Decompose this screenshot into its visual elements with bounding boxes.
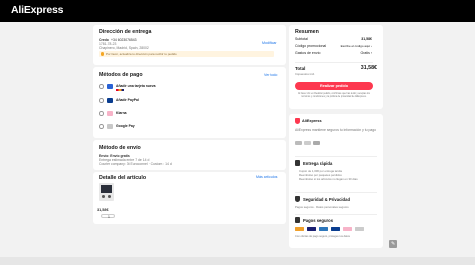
visa-icon: [307, 227, 316, 231]
payment-option-label: Google Pay: [116, 124, 135, 129]
total-value: 31,58€: [360, 65, 377, 71]
product-thumbnail[interactable]: [99, 183, 114, 201]
summary-label: Gastos de envío: [295, 51, 321, 55]
card-icon: [295, 217, 300, 223]
top-bar: AliExpress: [0, 0, 475, 22]
divider: [295, 62, 373, 63]
card-icon: [107, 83, 113, 89]
summary-row-promo[interactable]: Código promocional Escribe el código aqu…: [295, 44, 372, 50]
shipping-address-card: Dirección de entrega Credo +34 602307654…: [93, 25, 286, 65]
privacy-line: Pagos seguros · Datos personales seguros: [295, 205, 349, 209]
payment-radio[interactable]: [99, 111, 104, 116]
summary-label: Código promocional: [295, 44, 327, 48]
payment-see-all-link[interactable]: Ver todo: [264, 73, 277, 77]
payment-option-label: Añadir una tarjeta nueva: [116, 84, 156, 89]
payment-option-google-pay[interactable]: Google Pay: [99, 122, 275, 132]
item-price: 31,58€: [97, 208, 109, 212]
quantity-value: 1: [108, 215, 110, 219]
google-pay-icon: [355, 227, 364, 231]
items-title: Detalle del artículo: [99, 175, 147, 181]
address-city: Chapinero, Madrid, Spain, 28002: [99, 46, 149, 50]
promo-code-link[interactable]: Escribe el código aquí ›: [341, 44, 372, 48]
more-items-link[interactable]: Más artículos: [256, 175, 277, 179]
warning-icon: [101, 52, 105, 56]
payment-option-label: Klarna: [116, 111, 127, 116]
truck-icon: [295, 160, 300, 166]
quantity-stepper[interactable]: 1: [101, 214, 115, 219]
privacy-title: Seguridad & Privacidad: [303, 197, 351, 202]
klarna-icon: [107, 110, 113, 116]
aliexpress-logo[interactable]: AliExpress: [11, 4, 63, 16]
console-button: [108, 195, 111, 198]
amex-icon: [319, 227, 328, 231]
delivery-carrier: Courier company: 3t Euroconnel · Custom …: [99, 162, 172, 166]
delivery-title: Método de envío: [99, 145, 141, 151]
summary-value[interactable]: Gratis ›: [361, 51, 372, 55]
fast-delivery-title: Entrega rápida: [303, 161, 333, 166]
divider: [295, 156, 377, 157]
klarna-icon: [343, 227, 352, 231]
lock-icon: [295, 196, 300, 202]
console-screen: [101, 185, 112, 193]
payment-radio[interactable]: [99, 124, 104, 129]
payment-methods-card: Métodos de pago Ver todo Añadir una tarj…: [93, 67, 286, 138]
paypal-icon: [107, 97, 113, 103]
payment-title: Métodos de pago: [99, 72, 143, 78]
card-brands-icon: [116, 88, 124, 91]
edit-address-link[interactable]: Modificar: [262, 41, 277, 45]
secure-payments-note: Con ofertas de pago seguro, proteges tus…: [295, 235, 350, 238]
mastercard-icon: [295, 227, 304, 231]
trust-text: AliExpress mantiene seguros tu informaci…: [295, 128, 377, 132]
warning-text: Por favor, actualiza tu dirección para r…: [106, 52, 177, 57]
payment-radio[interactable]: [99, 84, 104, 89]
summary-row-shipping: Gastos de envío Gratis ›: [295, 51, 372, 57]
paypal-icon: [331, 227, 340, 231]
feedback-button[interactable]: ✎: [389, 240, 397, 248]
terms-text: Al hacer clic en Realizar pedido, confir…: [298, 93, 370, 99]
divider: [295, 192, 377, 193]
divider: [295, 214, 377, 215]
fast-delivery-line: Reembolso si los artículos no llegan en …: [299, 177, 358, 181]
payment-option-paypal[interactable]: Añadir PayPal: [99, 96, 275, 106]
badge-icon: [295, 141, 302, 145]
address-warning: Por favor, actualiza tu dirección para r…: [99, 51, 274, 57]
summary-row-subtotal: Subtotal 31,58€: [295, 37, 372, 43]
place-order-button[interactable]: Realizar pedido: [295, 82, 373, 90]
item-details-card: Detalle del artículo Más artículos 31,58…: [93, 172, 286, 224]
shipping-method-card: Método de envío Envío: Envío gratis Entr…: [93, 140, 286, 170]
summary-title: Resumen: [295, 29, 319, 35]
payment-option-klarna[interactable]: Klarna: [99, 109, 275, 119]
trust-badges: [295, 141, 323, 145]
google-pay-icon: [107, 123, 113, 129]
secure-payments-title: Pagos seguros: [303, 218, 334, 223]
payment-radio[interactable]: [99, 98, 104, 103]
payment-option-card[interactable]: Añadir una tarjeta nueva: [99, 82, 275, 92]
shipping-title: Dirección de entrega: [99, 29, 152, 35]
trust-brand: AliExpress: [302, 119, 322, 123]
total-note: Impuestos incl.: [295, 72, 316, 76]
payment-option-label: Añadir PayPal: [116, 98, 139, 103]
bottom-bar: [0, 257, 475, 265]
summary-label: Subtotal: [295, 37, 308, 41]
summary-value: 31,58€: [361, 37, 372, 41]
console-button: [102, 195, 105, 198]
total-label: Total: [295, 66, 306, 71]
order-summary-card: Resumen Subtotal 31,58€ Código promocion…: [289, 25, 383, 109]
badge-icon: [304, 141, 311, 145]
trust-card: AliExpress AliExpress mantiene seguros t…: [289, 114, 383, 248]
badge-icon: [313, 141, 320, 145]
pencil-icon: ✎: [391, 240, 396, 247]
payment-logos: [295, 227, 377, 231]
shield-icon: [295, 118, 300, 124]
